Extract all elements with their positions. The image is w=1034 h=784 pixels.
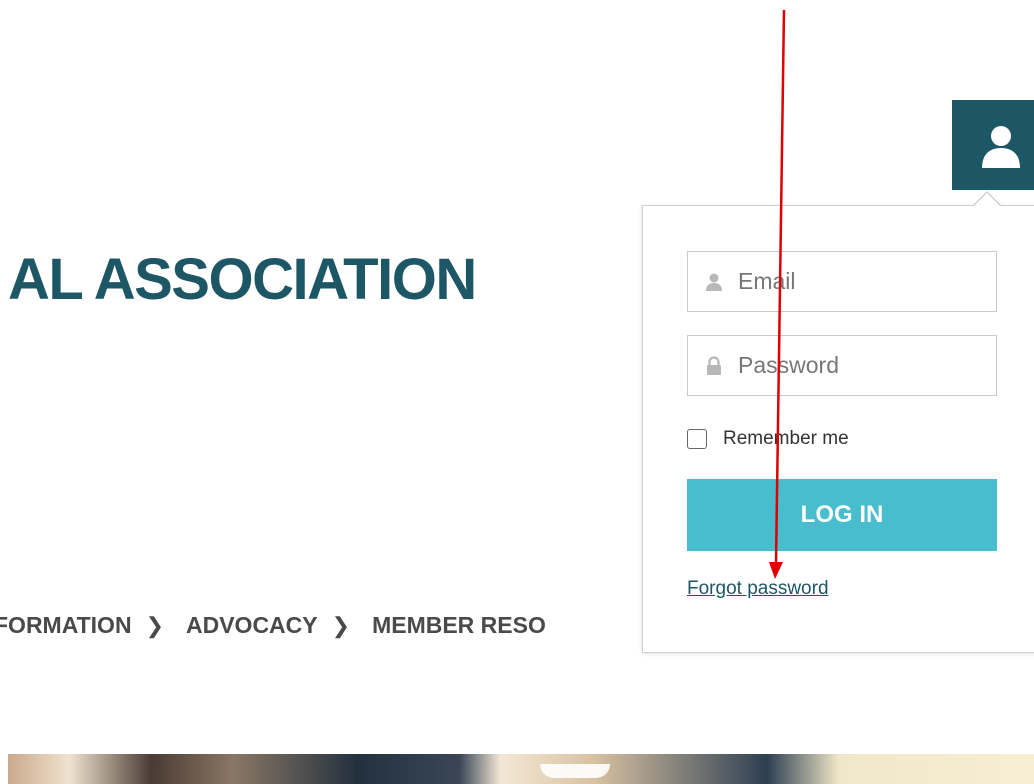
site-title: AL ASSOCIATION xyxy=(8,247,477,312)
email-field[interactable] xyxy=(687,251,997,312)
nav-item-label: FORMATION xyxy=(0,612,132,638)
user-account-button[interactable] xyxy=(952,100,1034,190)
user-icon xyxy=(982,126,1020,168)
remember-me-label: Remember me xyxy=(723,428,849,449)
hero-image-detail xyxy=(540,764,610,778)
lock-icon xyxy=(704,355,724,376)
remember-me[interactable]: Remember me xyxy=(687,428,849,450)
nav-item-member-resources[interactable]: MEMBER RESO xyxy=(372,612,546,639)
password-field[interactable] xyxy=(687,335,997,396)
remember-me-checkbox[interactable] xyxy=(687,429,707,449)
chevron-right-icon: ❯ xyxy=(145,612,164,638)
nav-item-label: MEMBER RESO xyxy=(372,612,546,638)
forgot-password-link[interactable]: Forgot password xyxy=(687,578,829,600)
person-icon xyxy=(704,272,724,292)
nav-item-label: ADVOCACY xyxy=(186,612,318,638)
login-popover: Remember me LOG IN Forgot password xyxy=(642,205,1034,653)
main-nav: FORMATION ❯ ADVOCACY ❯ MEMBER RESO xyxy=(0,612,546,639)
nav-item-advocacy[interactable]: ADVOCACY ❯ xyxy=(186,612,372,639)
chevron-right-icon: ❯ xyxy=(331,612,351,638)
hero-image xyxy=(8,754,1034,784)
login-button[interactable]: LOG IN xyxy=(687,479,997,551)
page: AL ASSOCIATION FORMATION ❯ ADVOCACY ❯ ME… xyxy=(0,0,1034,784)
password-input[interactable] xyxy=(738,345,988,386)
email-input[interactable] xyxy=(738,261,988,302)
nav-item-information[interactable]: FORMATION ❯ xyxy=(0,612,186,639)
popover-caret-inner xyxy=(974,193,1000,206)
